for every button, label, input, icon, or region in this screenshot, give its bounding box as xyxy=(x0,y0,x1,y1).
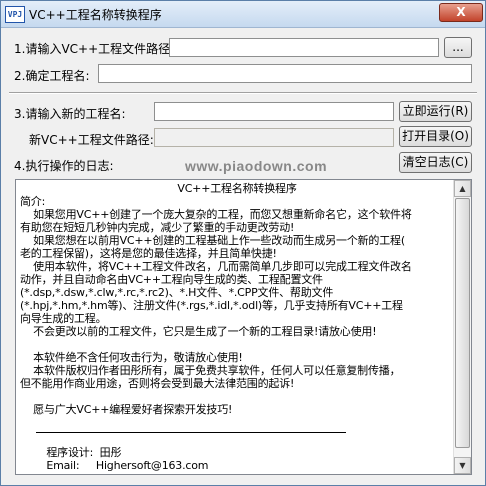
log-line: 老的工程保留)，这将是您的最佳选择，并且简单快捷! xyxy=(20,247,277,260)
run-button[interactable]: 立即运行(R) xyxy=(399,101,472,122)
log-line: 有助您在短短几秒钟内完成，减少了繁重的手动更改劳动! xyxy=(20,221,295,234)
designer-line: 程序设计: 田彤 xyxy=(20,446,122,459)
log-line: 使用本软件，将VC++工程文件改名，几而需简单几步即可以完成工程文件改名 xyxy=(20,260,412,273)
log-footer: 程序设计: 田彤 Email: Highersoft@163.com xyxy=(20,446,454,472)
scroll-down-arrow-icon[interactable]: ▼ xyxy=(454,457,471,474)
log-line: 动作，并且自动命名由VC++工程向导生成的类、工程配置文件 xyxy=(20,273,323,286)
separator xyxy=(9,92,477,94)
confirm-name-label: 2.确定工程名: xyxy=(14,69,90,83)
open-directory-button[interactable]: 打开目录(O) xyxy=(399,126,472,147)
log-textarea[interactable]: VC++工程名称转换程序 简介: 如果您用VC++创建了一个庞大复杂的工程，而您… xyxy=(15,179,472,475)
main-window: VPJ VC++工程名称转换程序 X 1.请输入VC++工程文件路径: ... … xyxy=(0,0,486,486)
app-icon: VPJ xyxy=(5,6,25,23)
log-heading: VC++工程名称转换程序 xyxy=(177,182,297,195)
browse-button[interactable]: ... xyxy=(444,37,472,58)
email-line: Email: Highersoft@163.com xyxy=(20,459,209,472)
new-name-label: 3.请输入新的工程名: xyxy=(14,107,126,121)
log-line: 本软件版权归作者田彤所有，属于免费共享软件，任何人可以任意复制传播， xyxy=(20,364,401,377)
log-line: (*.dsp,*.dsw,*.clw,*.rc,*.rc2)、*.H文件、*.C… xyxy=(20,286,334,299)
watermark: www.piaodown.com xyxy=(185,158,328,174)
log-line: 愿与广大VC++编程爱好者探索开发技巧! xyxy=(20,403,233,416)
log-line: 本软件绝不含任何攻击行为，敬请放心使用! xyxy=(20,351,243,364)
log-content: VC++工程名称转换程序 简介: 如果您用VC++创建了一个庞大复杂的工程，而您… xyxy=(20,182,454,416)
close-button[interactable]: X xyxy=(439,3,483,22)
log-line: 如果您想在以前用VC++创建的工程基础上作一些改动而生成另一个新的工程( xyxy=(20,234,405,247)
log-line: 不会更改以前的工程文件，它只是生成了一个新的工程目录!请放心使用! xyxy=(20,325,377,338)
log-line: 但不能用作商业用途，否则将会受到最大法律范围的起诉! xyxy=(20,377,295,390)
new-path-label: 新VC++工程文件路径: xyxy=(29,133,154,147)
path-label: 1.请输入VC++工程文件路径: xyxy=(14,42,175,56)
log-line: 如果您用VC++创建了一个庞大复杂的工程，而您又想重新命名它，这个软件将 xyxy=(20,208,412,221)
log-label: 4.执行操作的日志: xyxy=(14,159,114,173)
window-title: VC++工程名称转换程序 xyxy=(29,8,162,22)
log-line: 向导生成的工程。 xyxy=(20,312,107,325)
project-name-input[interactable] xyxy=(98,64,472,83)
title-bar[interactable]: VPJ VC++工程名称转换程序 X xyxy=(1,1,485,28)
clear-log-button[interactable]: 清空日志(C) xyxy=(399,152,472,173)
project-path-input[interactable] xyxy=(169,38,439,57)
scroll-up-arrow-icon[interactable]: ▲ xyxy=(454,180,471,197)
new-name-input[interactable] xyxy=(154,102,394,121)
log-line: 简介: xyxy=(20,195,46,208)
log-divider xyxy=(36,432,346,433)
log-scrollbar[interactable]: ▲ ▼ xyxy=(453,180,471,474)
log-line: (*.hpj,*.hm,*.hm等)、注册文件(*.rgs,*.idl,*.od… xyxy=(20,299,403,312)
scroll-thumb[interactable] xyxy=(455,198,470,448)
new-path-field xyxy=(154,128,394,147)
